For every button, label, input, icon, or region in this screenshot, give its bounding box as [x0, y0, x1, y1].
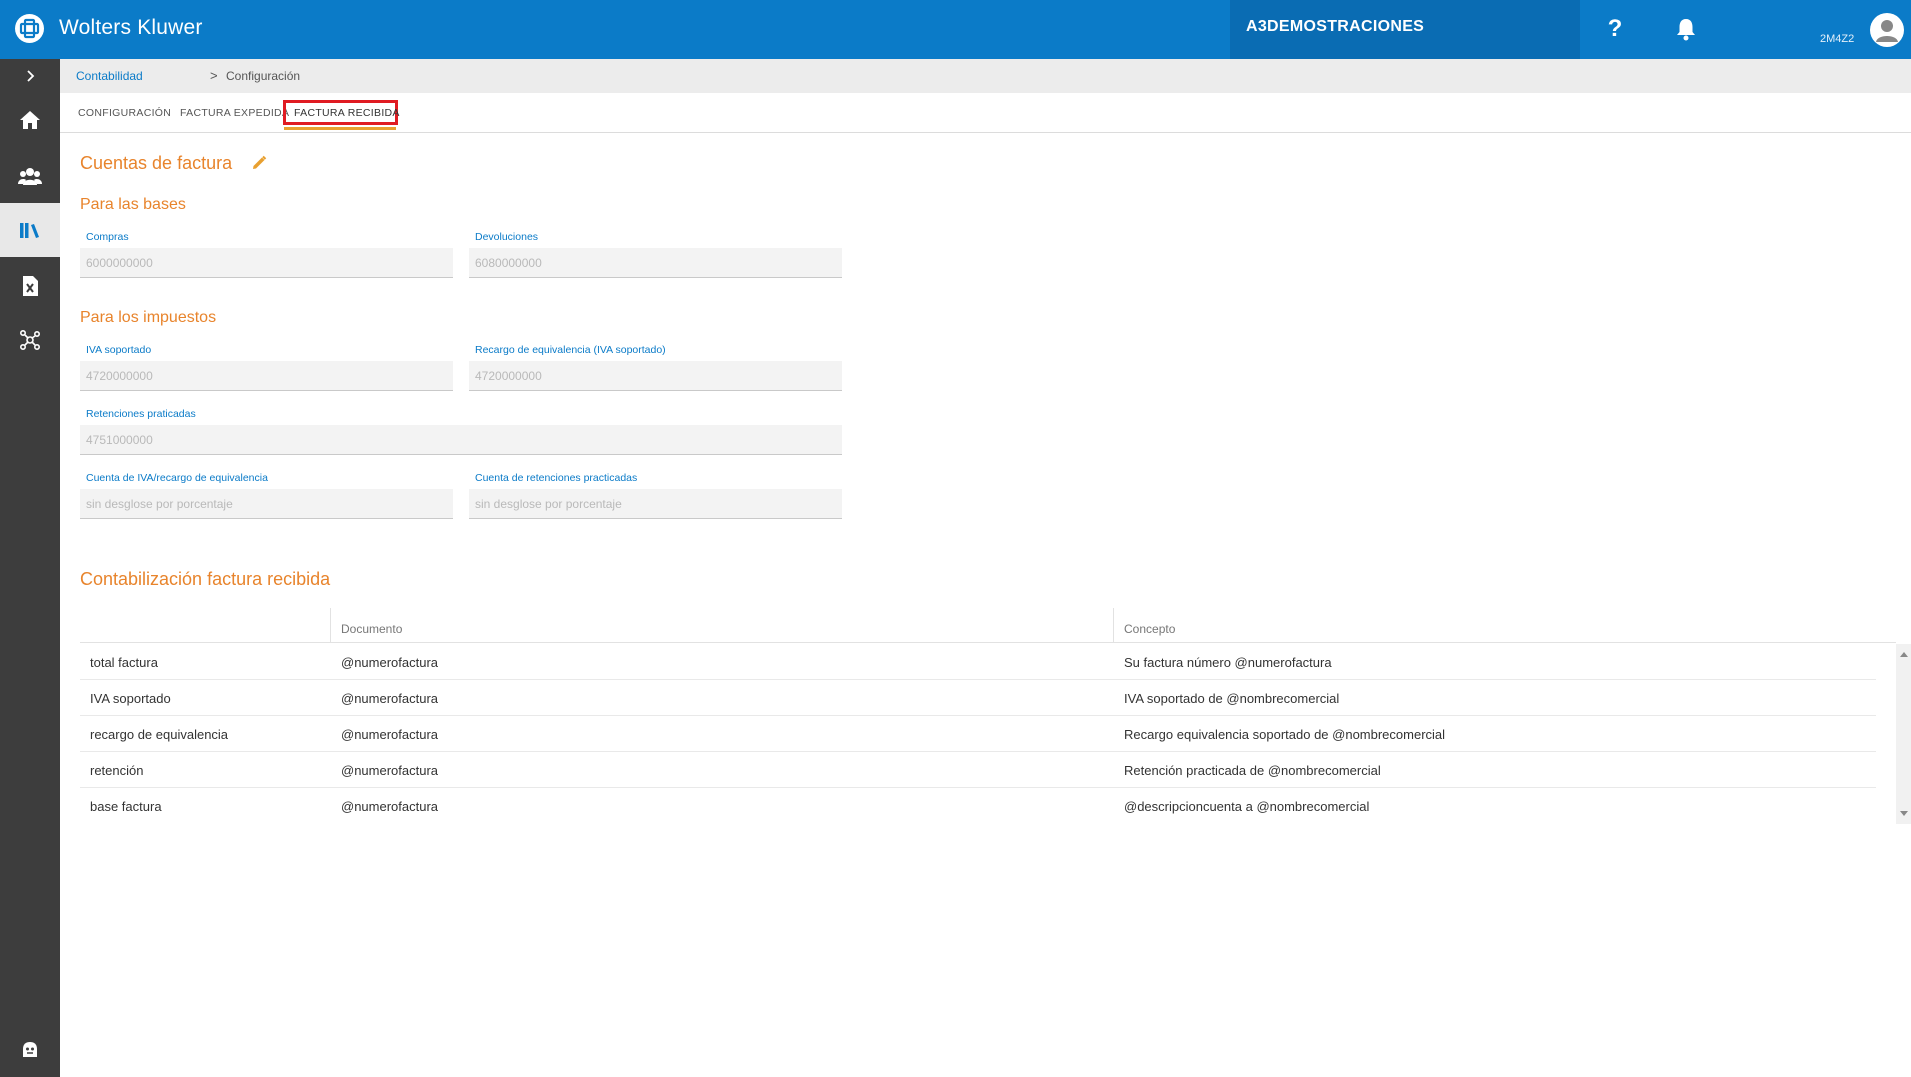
bases-title: Para las bases [80, 196, 186, 213]
tab-factura-expedida[interactable]: FACTURA EXPEDIDA [180, 107, 289, 119]
support-icon [23, 1042, 37, 1057]
nav-excel[interactable] [0, 259, 60, 313]
active-tab-indicator [284, 127, 396, 130]
cuenta-iva-field[interactable]: sin desglose por porcentaje [80, 489, 453, 519]
contabilizacion-title: Contabilización factura recibida [80, 569, 331, 589]
cell-concepto[interactable]: @descripcioncuenta a @nombrecomercial [1124, 799, 1369, 814]
breadcrumb-separator: > [210, 68, 218, 83]
scroll-down-arrow-icon[interactable] [1900, 811, 1908, 816]
cell-concepto[interactable]: Recargo equivalencia soportado de @nombr… [1124, 727, 1445, 742]
table-header: Documento Concepto [80, 608, 1896, 643]
breadcrumb-current: Configuración [226, 69, 301, 83]
wolters-kluwer-logo[interactable] [15, 14, 44, 43]
cuenta-iva-label: Cuenta de IVA/recargo de equivalencia [86, 472, 268, 484]
column-header-documento: Documento [331, 608, 1114, 643]
cell-concepto[interactable]: IVA soportado de @nombrecomercial [1124, 691, 1339, 706]
column-header-concepto: Concepto [1124, 622, 1176, 636]
breadcrumb: Contabilidad > Configuración [60, 59, 1911, 93]
expand-nav-button[interactable] [0, 59, 60, 93]
nav-clients[interactable] [0, 149, 60, 203]
impuestos-title: Para los impuestos [80, 309, 217, 326]
column-header-tipo [80, 608, 331, 643]
table-row[interactable]: retención @numerofactura Retención pract… [80, 752, 1876, 788]
chevron-right-icon [27, 70, 35, 82]
nav-accounting[interactable] [0, 203, 60, 257]
compras-label: Compras [86, 231, 129, 243]
home-icon [20, 111, 40, 129]
nav-network[interactable] [0, 313, 60, 367]
devoluciones-label: Devoluciones [475, 231, 539, 243]
company-selector[interactable]: A3DEMOSTRACIONES [1230, 0, 1580, 59]
avatar[interactable] [1870, 13, 1904, 47]
brand-name: Wolters Kluwer [59, 16, 203, 39]
nav-home[interactable] [0, 93, 60, 147]
iva-soportado-field[interactable]: 4720000000 [80, 361, 453, 391]
recargo-label: Recargo de equivalencia (IVA soportado) [475, 344, 666, 356]
users-icon [18, 168, 42, 185]
recargo-field[interactable]: 4720000000 [469, 361, 842, 391]
retenciones-label: Retenciones praticadas [86, 408, 196, 420]
cell-documento[interactable]: @numerofactura [341, 727, 438, 742]
cell-tipo: retención [90, 763, 144, 778]
user-code: 2M4Z2 [1820, 33, 1855, 45]
top-bar: Wolters Kluwer A3DEMOSTRACIONES ? 2M4Z2 [0, 0, 1911, 59]
cuentas-title: Cuentas de factura [80, 153, 233, 173]
table-scrollbar[interactable] [1896, 644, 1911, 824]
bell-icon[interactable] [1675, 17, 1697, 46]
compras-field[interactable]: 6000000000 [80, 248, 453, 278]
cell-tipo: IVA soportado [90, 691, 171, 706]
cell-documento[interactable]: @numerofactura [341, 799, 438, 814]
cell-documento[interactable]: @numerofactura [341, 655, 438, 670]
devoluciones-field[interactable]: 6080000000 [469, 248, 842, 278]
table-row[interactable]: total factura @numerofactura Su factura … [80, 644, 1876, 680]
retenciones-field[interactable]: 4751000000 [80, 425, 842, 455]
help-icon[interactable]: ? [1603, 16, 1627, 42]
network-icon [19, 329, 41, 351]
table-row[interactable]: IVA soportado @numerofactura IVA soporta… [80, 680, 1876, 716]
cell-tipo: recargo de equivalencia [90, 727, 229, 742]
cuenta-retenciones-field[interactable]: sin desglose por porcentaje [469, 489, 842, 519]
cuenta-retenciones-label: Cuenta de retenciones practicadas [475, 472, 638, 484]
cell-concepto[interactable]: Retención practicada de @nombrecomercial [1124, 763, 1381, 778]
cell-documento[interactable]: @numerofactura [341, 763, 438, 778]
nav-support[interactable] [0, 1023, 60, 1077]
books-icon [20, 223, 39, 238]
left-navigation [0, 59, 60, 1077]
cell-tipo: base factura [90, 799, 162, 814]
main-content: Cuentas de factura Para las bases Compra… [60, 133, 1911, 1077]
excel-icon [23, 276, 38, 296]
iva-soportado-label: IVA soportado [86, 344, 152, 356]
cell-tipo: total factura [90, 655, 158, 670]
pencil-icon[interactable] [251, 155, 267, 176]
cell-documento[interactable]: @numerofactura [341, 691, 438, 706]
tab-configuracion[interactable]: CONFIGURACIÓN [78, 107, 171, 119]
tab-factura-recibida[interactable]: FACTURA RECIBIDA [294, 107, 400, 119]
tab-bar: CONFIGURACIÓN FACTURA EXPEDIDA FACTURA R… [60, 93, 1911, 133]
cell-concepto[interactable]: Su factura número @numerofactura [1124, 655, 1332, 670]
scroll-up-arrow-icon[interactable] [1900, 652, 1908, 657]
table-row[interactable]: base factura @numerofactura @descripcion… [80, 788, 1876, 824]
breadcrumb-contabilidad[interactable]: Contabilidad [76, 69, 143, 83]
table-row[interactable]: recargo de equivalencia @numerofactura R… [80, 716, 1876, 752]
